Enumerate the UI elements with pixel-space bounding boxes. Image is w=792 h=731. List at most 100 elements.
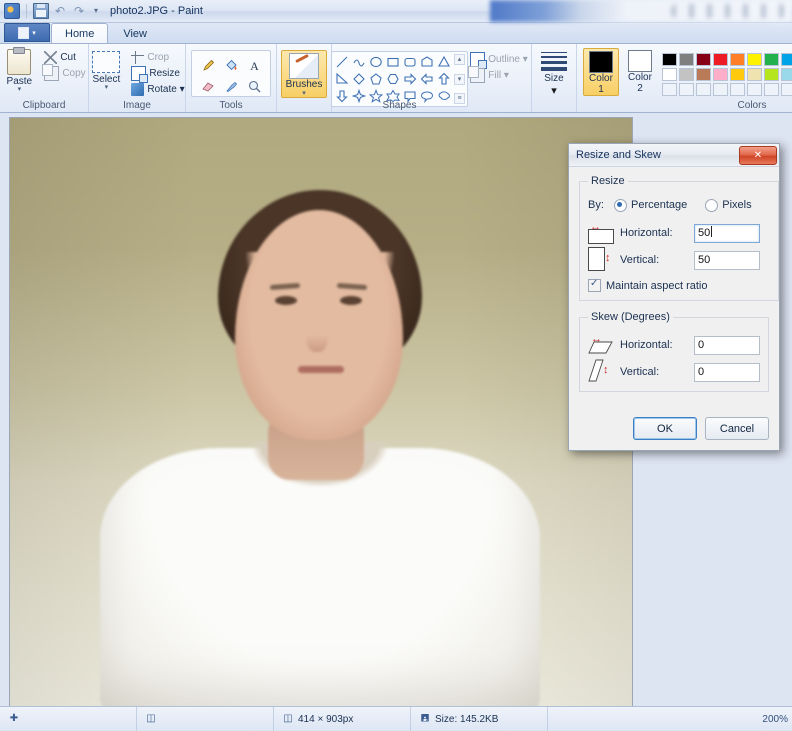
shape-curve-icon[interactable] [351, 54, 367, 70]
shape-up-arrow-icon[interactable] [436, 71, 452, 87]
shape-left-arrow-icon[interactable] [419, 71, 435, 87]
palette-swatch-r3-c5[interactable] [730, 83, 745, 96]
ok-button[interactable]: OK [633, 417, 697, 440]
close-icon[interactable]: ✕ [739, 145, 777, 165]
rotate-button[interactable]: Rotate ▾ [128, 82, 187, 97]
paint-icon[interactable] [4, 3, 20, 19]
tools-grid: A [191, 50, 271, 97]
palette-swatch-r2-c3[interactable] [696, 68, 711, 81]
palette-swatch-r2-c6[interactable] [747, 68, 762, 81]
tab-view[interactable]: View [109, 24, 161, 43]
status-bar: ✚ ◫ ◫ 414 × 903px 🖪 Size: 145.2KB 200% [0, 706, 792, 731]
status-zoom[interactable]: 200% [762, 714, 792, 725]
color2-button[interactable]: Color 2 [623, 48, 657, 94]
chevron-down-icon: ▾ [551, 85, 557, 97]
palette-swatch-r2-c5[interactable] [730, 68, 745, 81]
palette-swatch-r1-c2[interactable] [679, 53, 694, 66]
shape-right-arrow-icon[interactable] [402, 71, 418, 87]
paste-button[interactable]: Paste ▾ [0, 47, 39, 93]
palette-swatch-r2-c7[interactable] [764, 68, 779, 81]
cancel-button[interactable]: Cancel [705, 417, 769, 440]
palette-swatch-r2-c4[interactable] [713, 68, 728, 81]
shape-rounded-rectangle-icon[interactable] [402, 54, 418, 70]
ribbon-group-size: Size ▾ [531, 44, 576, 112]
palette-swatch-r3-c7[interactable] [764, 83, 779, 96]
shape-oval-icon[interactable] [368, 54, 384, 70]
radio-percentage[interactable]: Percentage [614, 198, 687, 212]
size-button[interactable]: Size ▾ [535, 49, 573, 97]
undo-icon[interactable]: ↶ [52, 3, 68, 19]
customize-qat-icon[interactable]: ▾ [90, 3, 102, 19]
palette-swatch-r3-c1[interactable] [662, 83, 677, 96]
palette-swatch-r1-c7[interactable] [764, 53, 779, 66]
palette-swatch-r1-c6[interactable] [747, 53, 762, 66]
file-menu-button[interactable]: ▾ [4, 23, 50, 42]
radio-pixels-icon[interactable] [705, 198, 719, 212]
radio-pixels[interactable]: Pixels [705, 198, 752, 212]
maintain-aspect-ratio-checkbox[interactable] [588, 278, 601, 292]
dialog-title-bar[interactable]: Resize and Skew ✕ [569, 144, 779, 167]
image-canvas[interactable] [10, 118, 635, 706]
redo-icon[interactable]: ↷ [71, 3, 87, 19]
save-icon[interactable] [33, 3, 49, 19]
maintain-aspect-ratio-row[interactable]: Maintain aspect ratio [588, 278, 770, 292]
group-label-tools: Tools [219, 100, 243, 111]
crop-button[interactable]: Crop [128, 50, 187, 65]
shape-triangle-icon[interactable] [436, 54, 452, 70]
brushes-button[interactable]: Brushes ▾ [281, 50, 327, 98]
palette-swatch-r2-c1[interactable] [662, 68, 677, 81]
shape-diamond-icon[interactable] [351, 71, 367, 87]
tab-home[interactable]: Home [51, 23, 109, 43]
palette-swatch-r3-c4[interactable] [713, 83, 728, 96]
outline-icon [470, 52, 488, 69]
palette-swatch-r3-c8[interactable] [781, 83, 792, 96]
magnifier-icon[interactable] [243, 76, 265, 96]
eraser-icon[interactable] [197, 76, 219, 96]
radio-percentage-icon[interactable] [614, 198, 627, 212]
zoom-level-value: 200% [762, 713, 788, 725]
horizontal-resize-icon: ↔ [588, 222, 614, 244]
size-label: Size [544, 73, 564, 84]
shape-polygon-icon[interactable] [419, 54, 435, 70]
palette-swatch-r2-c8[interactable] [781, 68, 792, 81]
color-picker-icon[interactable] [220, 76, 242, 96]
palette-swatch-r1-c5[interactable] [730, 53, 745, 66]
color-palette[interactable] [659, 50, 792, 99]
resize-and-skew-dialog[interactable]: Resize and Skew ✕ Resize By: Percentage … [568, 143, 780, 451]
resize-horizontal-input[interactable]: 50 [694, 223, 760, 243]
palette-swatch-r1-c4[interactable] [713, 53, 728, 66]
cut-label: Cut [60, 52, 76, 63]
skew-horizontal-label: Horizontal: [620, 339, 673, 351]
palette-swatch-r3-c3[interactable] [696, 83, 711, 96]
palette-swatch-r3-c6[interactable] [747, 83, 762, 96]
status-file-size: 🖪 Size: 145.2KB [411, 707, 548, 731]
image-size-icon: ◫ [283, 713, 293, 724]
palette-swatch-r3-c2[interactable] [679, 83, 694, 96]
palette-swatch-r2-c2[interactable] [679, 68, 694, 81]
fill-with-color-icon[interactable] [220, 55, 242, 75]
shape-hexagon-icon[interactable] [385, 71, 401, 87]
cursor-position-icon: ✚ [9, 713, 19, 724]
ribbon: Paste ▾ Cut Copy Clipboard Select ▾ Crop… [0, 44, 792, 113]
skew-horizontal-input[interactable]: 0 [694, 335, 760, 355]
quick-access-toolbar: ↶ ↷ ▾ [0, 0, 102, 22]
text-icon[interactable]: A [243, 55, 265, 75]
palette-swatch-r1-c1[interactable] [662, 53, 677, 66]
shape-rectangle-icon[interactable] [385, 54, 401, 70]
crop-icon [131, 51, 145, 64]
file-menu-icon [18, 26, 30, 39]
resize-button[interactable]: Resize [128, 66, 187, 83]
resize-icon [131, 66, 149, 83]
resize-vertical-input[interactable]: 50 [694, 250, 760, 270]
shape-pentagon-icon[interactable] [368, 71, 384, 87]
palette-swatch-r1-c3[interactable] [696, 53, 711, 66]
fill-button[interactable]: Fill ▾ [467, 66, 530, 83]
select-button[interactable]: Select ▾ [86, 47, 126, 91]
color1-button[interactable]: Color 1 [583, 48, 619, 96]
palette-swatch-r1-c8[interactable] [781, 53, 792, 66]
shape-line-icon[interactable] [334, 54, 350, 70]
pencil-icon[interactable] [197, 55, 219, 75]
shape-right-triangle-icon[interactable] [334, 71, 350, 87]
skew-vertical-input[interactable]: 0 [694, 362, 760, 382]
outline-button[interactable]: Outline ▾ [467, 52, 530, 69]
